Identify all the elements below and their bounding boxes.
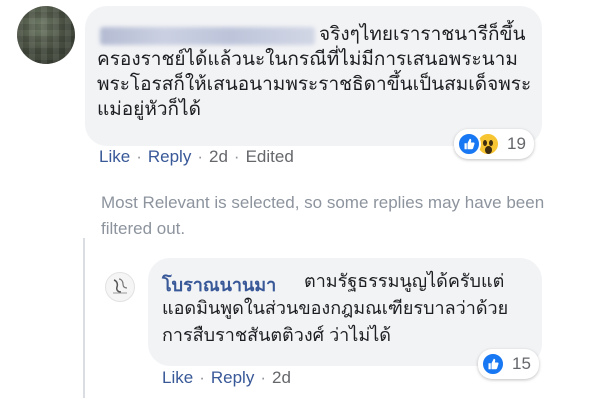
separator-dot: · — [199, 368, 205, 387]
separator-dot: · — [260, 368, 266, 387]
reply-thread-line — [83, 238, 85, 398]
page-logo-icon — [113, 278, 128, 294]
timestamp[interactable]: 2d — [209, 147, 228, 167]
separator-dot: · — [136, 147, 142, 166]
timestamp[interactable]: 2d — [272, 368, 291, 388]
separator-dot: · — [197, 147, 203, 166]
comment-actions: Like · Reply · 2d · Edited — [99, 147, 294, 167]
reaction-count: 19 — [507, 134, 526, 153]
reply-reactions[interactable]: 15 — [478, 349, 539, 379]
comment-text: จริงๆไทยเราราชนารีก็ขึ้นครองราชย์ได้แล้ว… — [97, 24, 532, 120]
comment-reactions[interactable]: 19 — [454, 129, 534, 159]
reaction-count: 15 — [512, 354, 531, 373]
filter-notice: Most Relevant is selected, so some repli… — [101, 193, 545, 238]
reply-link[interactable]: Reply — [148, 147, 191, 167]
edited-label[interactable]: Edited — [246, 147, 294, 167]
reply-author-avatar[interactable] — [105, 272, 135, 302]
like-icon — [457, 132, 481, 156]
separator-dot: · — [233, 147, 240, 166]
reply-text: ตามรัฐธรรมนูญได้ครับแต่แอดมินพูดในส่วนขอ… — [162, 271, 509, 345]
reply-actions: Like · Reply · 2d — [162, 368, 291, 388]
commenter-avatar[interactable] — [17, 6, 75, 64]
like-link[interactable]: Like — [99, 147, 130, 167]
reply-link[interactable]: Reply — [211, 368, 254, 388]
like-icon — [481, 352, 505, 376]
like-link[interactable]: Like — [162, 368, 193, 388]
